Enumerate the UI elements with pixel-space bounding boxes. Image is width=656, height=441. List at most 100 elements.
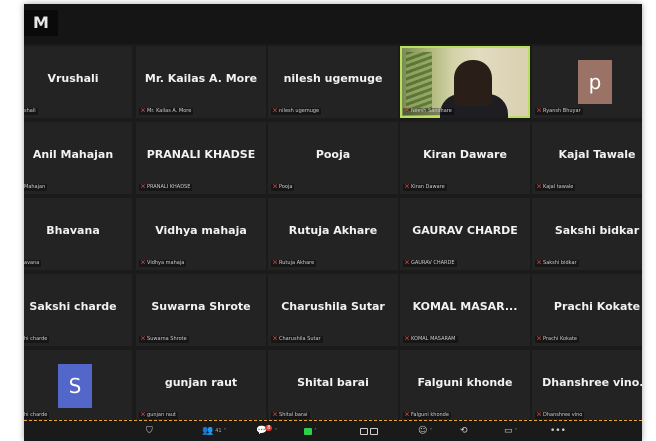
participant-label: ⨉ Sakshi bidkar — [535, 260, 579, 267]
participant-label: ⨉ Pooja — [271, 184, 295, 191]
participant-tile[interactable]: Kiran Daware ⨉ Kiran Daware — [400, 122, 530, 194]
participant-tile[interactable]: Sakshi charde hi charde — [24, 274, 132, 346]
participant-tile[interactable]: Kajal Tawale ⨉ Kajal tawale — [532, 122, 642, 194]
participant-tile[interactable]: Vidhya mahaja ⨉ Vidhya mahaja — [136, 198, 266, 270]
participant-label: ⨉ Kiran Daware — [403, 184, 447, 191]
participant-tile[interactable]: gunjan raut ⨉ gunjan raut — [136, 350, 266, 422]
share-screen-button[interactable]: ˄ — [304, 424, 317, 438]
participant-name: Rutuja Akhare — [288, 224, 378, 237]
participant-name: Pooja — [315, 148, 351, 161]
participant-label-text: Kajal tawale — [543, 184, 574, 190]
participant-tile[interactable]: GAURAV CHARDE ⨉ GAURAV CHARDE — [400, 198, 530, 270]
participant-tile[interactable]: Charushila Sutar ⨉ Charushila Sutar — [268, 274, 398, 346]
participant-avatar: p — [578, 60, 612, 104]
participant-label: Mahajan — [24, 184, 48, 191]
participant-tile[interactable]: Vrushali shali — [24, 46, 132, 118]
mic-muted-icon: ⨉ — [141, 108, 146, 114]
mic-muted-icon: ⨉ — [141, 260, 146, 266]
participants-button[interactable]: 👥 41 ˄ — [202, 424, 227, 438]
participant-label-text: Rutuja Akhare — [279, 260, 315, 266]
whiteboard-icon: ▭ — [504, 426, 513, 436]
participant-tile[interactable]: ⨉ Nilesh Sandhare — [400, 46, 530, 118]
participant-label-text: Dhanshree vino — [543, 412, 583, 418]
participant-tile[interactable]: PRANALI KHADSE ⨉ PRANALI KHADSE — [136, 122, 266, 194]
participant-tile[interactable]: Rutuja Akhare ⨉ Rutuja Akhare — [268, 198, 398, 270]
participant-name: Anil Mahajan — [32, 148, 114, 161]
mic-muted-icon: ⨉ — [537, 260, 542, 266]
participant-tile[interactable]: Bhavana avana — [24, 198, 132, 270]
participant-label-text: Falguni khonde — [411, 412, 449, 418]
participant-label: avana — [24, 260, 42, 267]
participant-name: PRANALI KHADSE — [146, 148, 256, 161]
participant-tile[interactable]: Suwarna Shrote ⨉ Suwarna Shrote — [136, 274, 266, 346]
participant-label: ⨉ Vidhya mahaja — [139, 260, 187, 267]
participant-label-text: avana — [24, 260, 40, 266]
participant-tile[interactable]: Anil Mahajan Mahajan — [24, 122, 132, 194]
participant-tile[interactable]: Prachi Kokate ⨉ Prachi Kokate — [532, 274, 642, 346]
whiteboard-button[interactable]: ▭ ˄ — [504, 424, 518, 438]
participant-label-text: Sakshi bidkar — [543, 260, 577, 266]
chat-button[interactable]: 💬 8 ˄ — [256, 424, 277, 438]
participant-label: ⨉ Suwarna Shrote — [139, 336, 189, 343]
shield-icon: ⛉ — [146, 426, 153, 436]
participant-label-text: Nilesh Sandhare — [411, 108, 452, 114]
participant-label: ⨉ Mr. Kailas A. More — [139, 108, 194, 115]
participant-label: ⨉ PRANALI KHADSE — [139, 184, 193, 191]
participant-tile[interactable]: Sakshi bidkar ⨉ Sakshi bidkar — [532, 198, 642, 270]
participant-label: ⨉ Shital barai — [271, 412, 310, 419]
mic-muted-icon: ⨉ — [537, 336, 542, 342]
participant-name: gunjan raut — [164, 376, 238, 389]
participant-label: ⨉ nilesh ugemuge — [271, 108, 322, 115]
mic-muted-icon: ⨉ — [537, 412, 542, 418]
chat-unread-badge: 8 — [265, 425, 273, 431]
participant-label-text: Ryansh Bhuyar — [543, 108, 581, 114]
participants-icon: 👥 — [202, 426, 214, 436]
mic-muted-icon: ⨉ — [405, 336, 410, 342]
participant-tile[interactable]: nilesh ugemuge ⨉ nilesh ugemuge — [268, 46, 398, 118]
participant-label-text: Mr. Kailas A. More — [147, 108, 192, 114]
gallery-view-button[interactable] — [360, 424, 378, 438]
reaction-icon: ☺ — [418, 426, 428, 436]
mic-muted-icon: ⨉ — [273, 260, 278, 266]
participant-name: Mr. Kailas A. More — [144, 72, 258, 85]
mic-muted-icon: ⨉ — [273, 184, 278, 190]
participant-tile[interactable]: p ⨉ Ryansh Bhuyar — [532, 46, 642, 118]
participant-tile[interactable]: Pooja ⨉ Pooja — [268, 122, 398, 194]
participant-label: ⨉ Ryansh Bhuyar — [535, 108, 583, 115]
participant-label-text: Mahajan — [24, 184, 46, 190]
participant-tile[interactable]: Dhanshree vino... ⨉ Dhanshree vino — [532, 350, 642, 422]
participant-name: GAURAV CHARDE — [412, 224, 518, 237]
participant-name: Suwarna Shrote — [151, 300, 251, 313]
participant-name: Bhavana — [46, 224, 100, 237]
more-button[interactable]: ••• — [550, 424, 566, 438]
participant-label-text: gunjan raut — [147, 412, 176, 418]
apps-button[interactable]: ⟲ — [460, 424, 468, 438]
participant-tile[interactable]: Falguni khonde ⨉ Falguni khonde — [400, 350, 530, 422]
chevron-up-icon: ˄ — [429, 427, 433, 435]
participant-name: KOMAL MASAR... — [412, 300, 518, 313]
participant-name: Shital barai — [297, 376, 369, 389]
participant-label: ⨉ Rutuja Akhare — [271, 260, 317, 267]
participant-tile[interactable]: Mr. Kailas A. More ⨉ Mr. Kailas A. More — [136, 46, 266, 118]
participant-tile[interactable]: Shi charde — [24, 350, 132, 422]
chevron-up-icon: ˄ — [314, 427, 317, 435]
participant-name: Sakshi bidkar — [554, 224, 640, 237]
participant-tile[interactable]: KOMAL MASAR... ⨉ KOMAL MASARAM — [400, 274, 530, 346]
reactions-button[interactable]: ☺ ˄ — [418, 424, 432, 438]
mic-muted-icon: ⨉ — [537, 184, 542, 190]
participant-label-text: KOMAL MASARAM — [411, 336, 456, 342]
mic-muted-icon: ⨉ — [405, 412, 410, 418]
gallery-view: Vrushali shali Mr. Kailas A. More ⨉ Mr. Kail… — [24, 4, 642, 422]
participant-avatar: S — [58, 364, 92, 408]
security-button[interactable]: ⛉ — [146, 424, 153, 438]
participant-label: ⨉ GAURAV CHARDE — [403, 260, 457, 267]
participant-name: Kiran Daware — [423, 148, 507, 161]
participant-label-text: shali — [24, 108, 36, 114]
participant-tile[interactable]: Shital barai ⨉ Shital barai — [268, 350, 398, 422]
participant-label-text: nilesh ugemuge — [279, 108, 320, 114]
participant-name: Charushila Sutar — [281, 300, 385, 313]
participants-count: 41 — [215, 428, 222, 434]
grid-icon — [360, 427, 368, 435]
participant-label-text: Pooja — [279, 184, 293, 190]
participant-name: Vrushali — [47, 72, 99, 85]
